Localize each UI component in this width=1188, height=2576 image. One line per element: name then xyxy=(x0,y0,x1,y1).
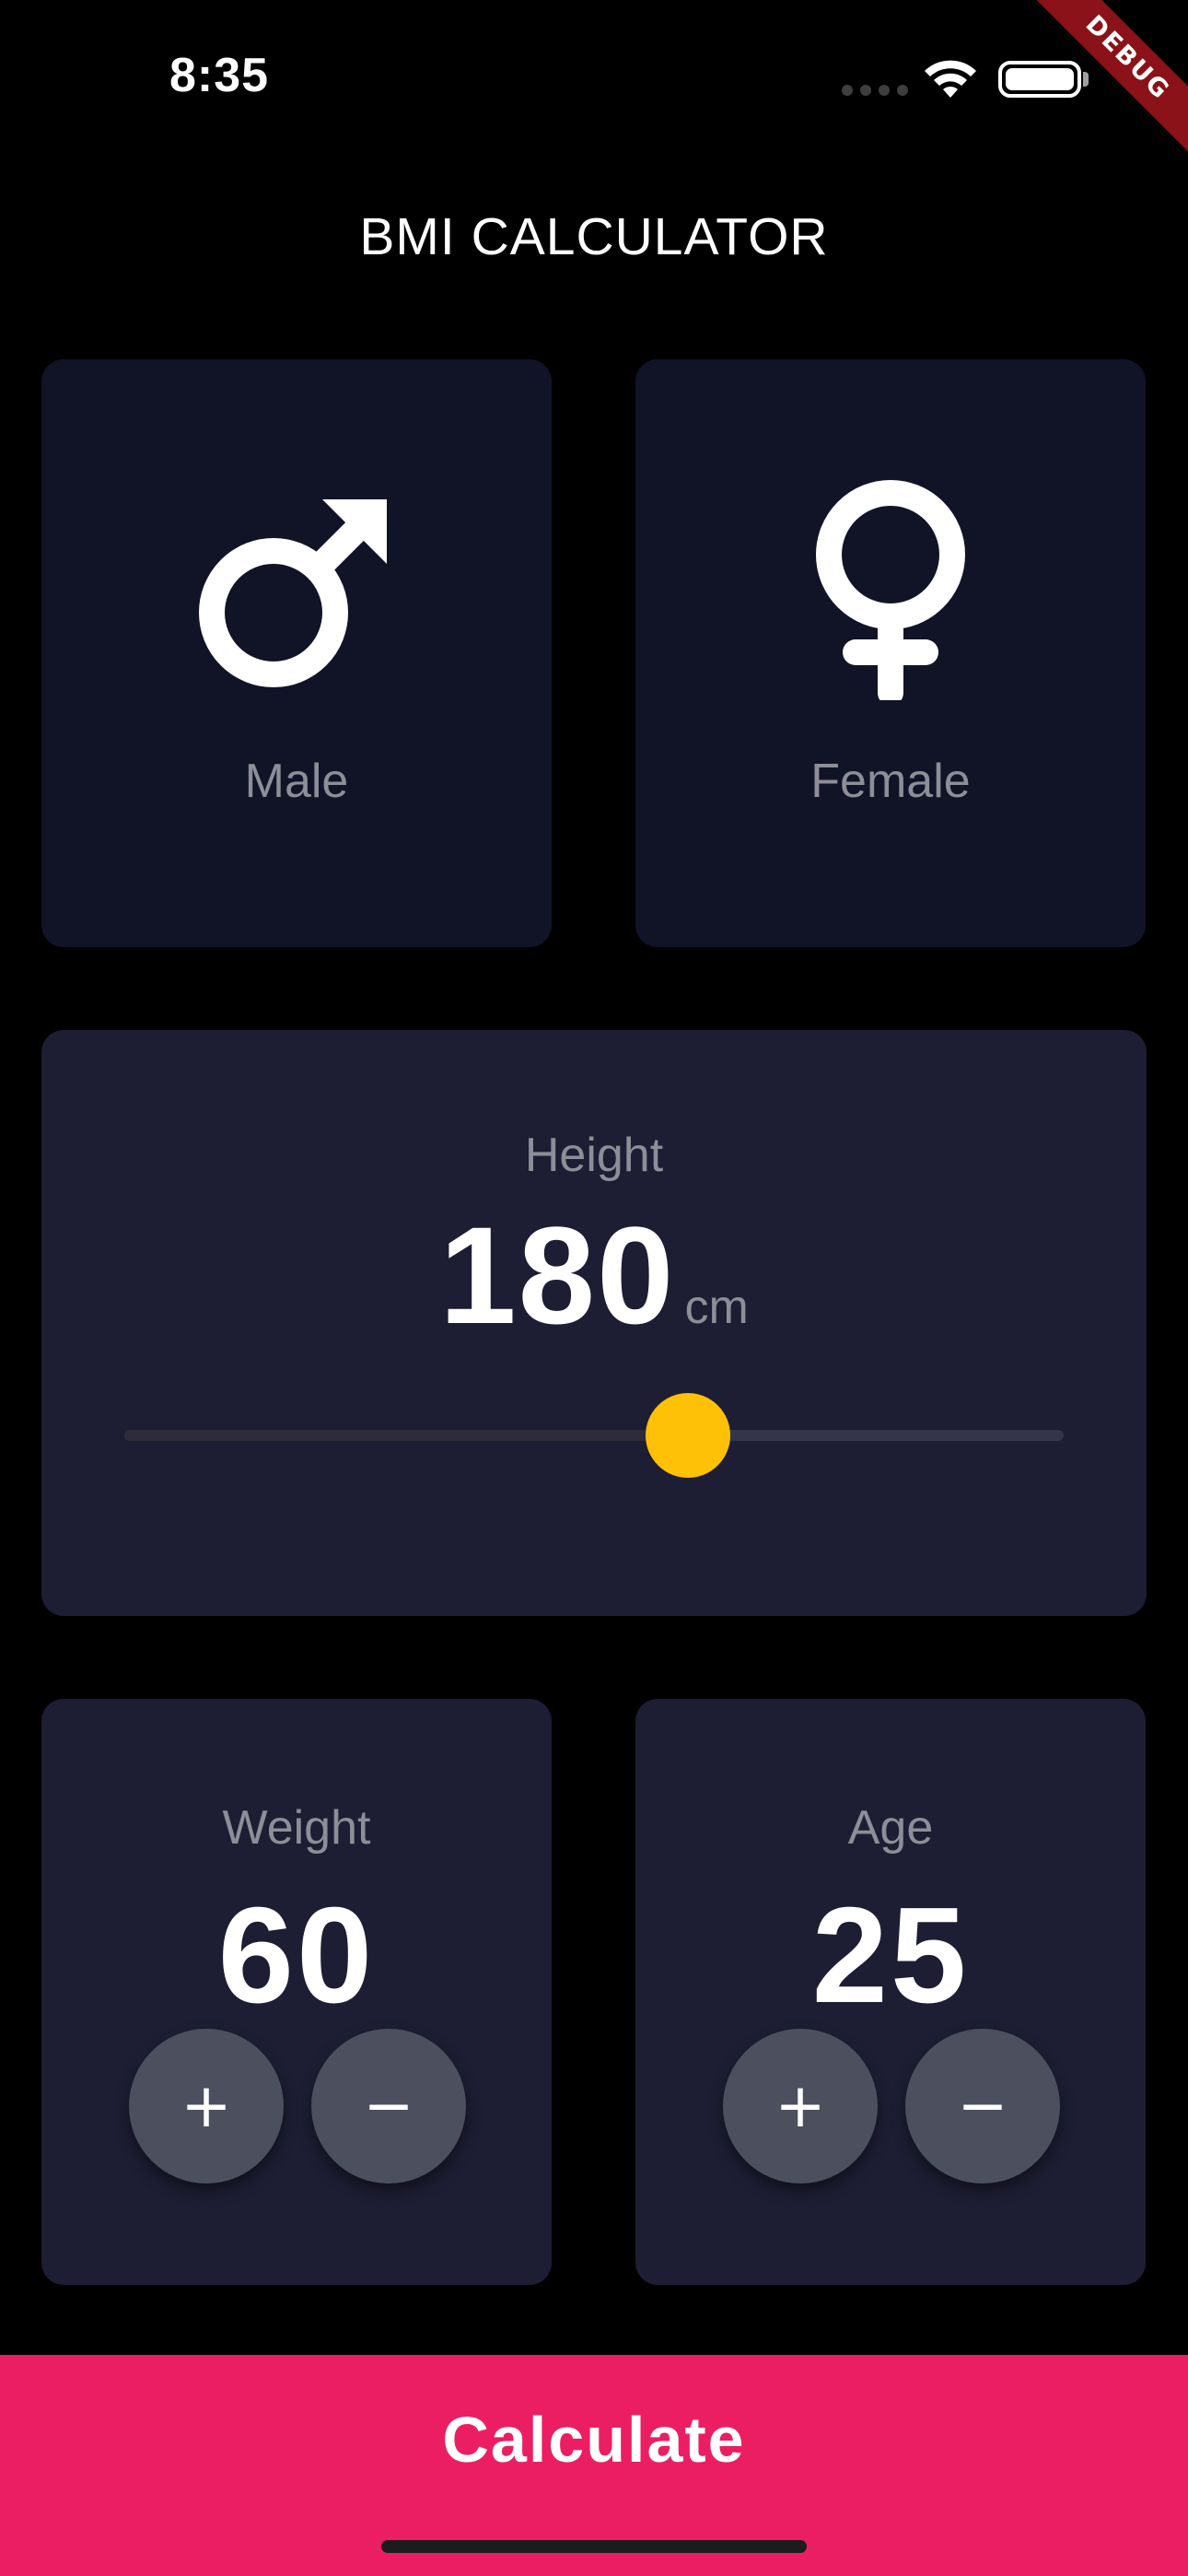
male-label: Male xyxy=(244,755,349,808)
height-slider-active-track xyxy=(124,1430,688,1441)
calculate-label: Calculate xyxy=(442,2404,746,2476)
male-icon xyxy=(199,499,387,687)
battery-icon xyxy=(998,61,1081,98)
age-decrement-button[interactable]: − xyxy=(905,2029,1060,2184)
height-unit: cm xyxy=(684,1281,749,1334)
page-title: BMI CALCULATOR xyxy=(359,207,829,266)
height-slider-thumb[interactable] xyxy=(646,1393,730,1478)
wifi-icon xyxy=(925,60,976,98)
age-increment-button[interactable]: + xyxy=(723,2029,878,2184)
male-card[interactable]: Male xyxy=(41,359,552,947)
status-time: 8:35 xyxy=(169,49,270,102)
female-card[interactable]: Female xyxy=(635,359,1146,947)
cellular-signal-icon xyxy=(842,85,908,96)
home-indicator xyxy=(381,2540,807,2553)
battery-tip xyxy=(1083,72,1089,87)
height-value: 180 xyxy=(439,1198,676,1352)
age-value: 25 xyxy=(811,1879,970,2032)
female-label: Female xyxy=(810,755,971,808)
weight-value: 60 xyxy=(217,1879,376,2032)
age-card: Age 25 + − xyxy=(635,1699,1146,2285)
height-slider-track[interactable] xyxy=(124,1430,1064,1441)
battery-level xyxy=(1006,68,1074,90)
age-label: Age xyxy=(847,1801,934,1855)
weight-card: Weight 60 + − xyxy=(41,1699,552,2285)
female-icon xyxy=(816,480,965,700)
weight-decrement-button[interactable]: − xyxy=(311,2029,466,2184)
height-label: Height xyxy=(524,1129,664,1182)
status-bar: 8:35 DEBUG xyxy=(0,0,1188,185)
weight-label: Weight xyxy=(222,1801,371,1855)
weight-increment-button[interactable]: + xyxy=(129,2029,284,2184)
height-card: Height 180 cm xyxy=(41,1030,1147,1616)
height-value-row: 180 cm xyxy=(41,1196,1147,1355)
